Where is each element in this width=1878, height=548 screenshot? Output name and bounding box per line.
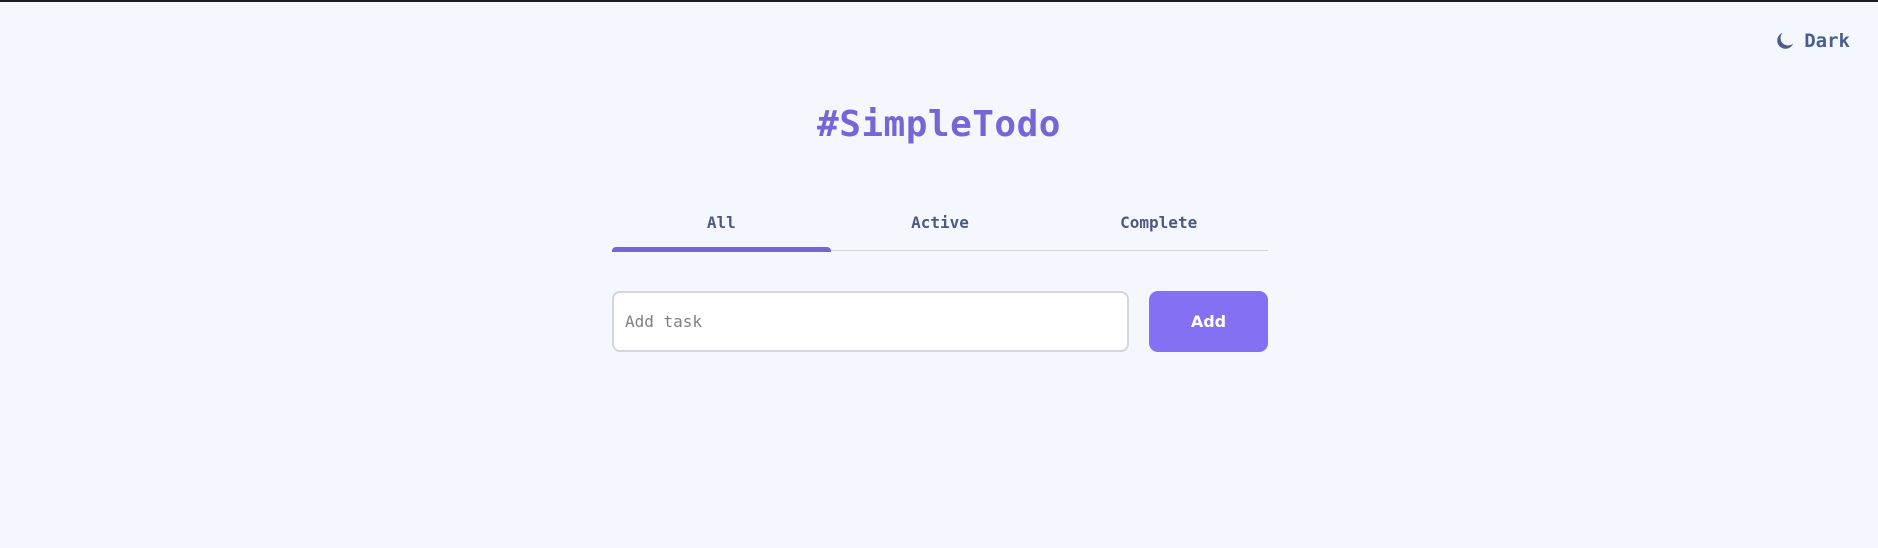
add-task-button[interactable]: Add — [1149, 291, 1268, 352]
moon-icon — [1774, 30, 1796, 52]
theme-toggle-button[interactable]: Dark — [1774, 30, 1850, 52]
tab-all[interactable]: All — [612, 208, 831, 252]
top-border — [0, 0, 1878, 2]
app-title: #SimpleTodo — [817, 104, 1061, 145]
add-task-input[interactable] — [612, 291, 1129, 352]
theme-toggle-label: Dark — [1804, 30, 1850, 52]
filter-tabs: All Active Complete — [612, 208, 1268, 252]
tab-complete[interactable]: Complete — [1049, 208, 1268, 251]
tab-active[interactable]: Active — [831, 208, 1050, 251]
